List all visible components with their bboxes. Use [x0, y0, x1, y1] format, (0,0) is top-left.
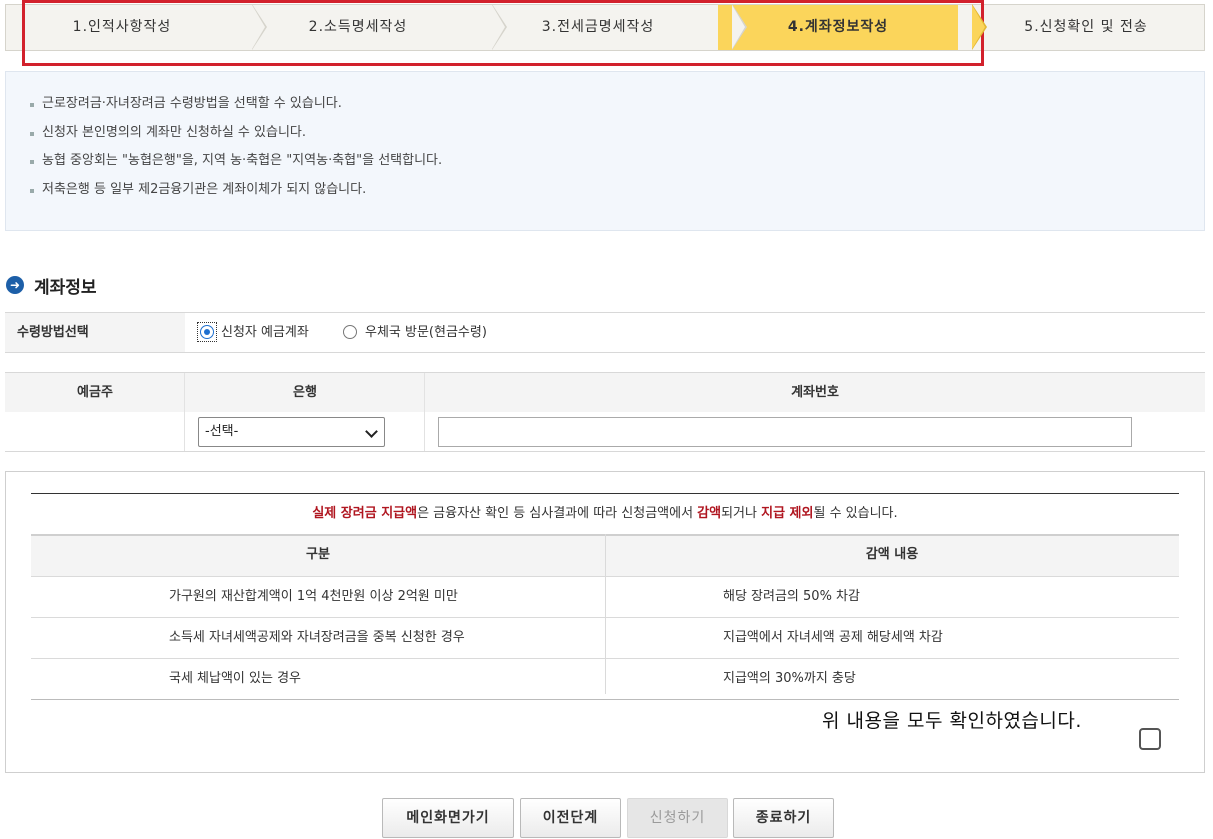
previous-step-button[interactable]: 이전단계 — [520, 798, 621, 838]
notice-emphasis: 실제 장려금 지급액 — [312, 506, 418, 521]
step-3: 3.전세금명세작성 — [478, 4, 747, 50]
header-reduction: 감액 내용 — [865, 547, 919, 562]
step-4-active: 4.계좌정보작성 — [718, 4, 987, 50]
info-note: 신청자 본인명의의 계좌만 신청하실 수 있습니다. — [30, 119, 1204, 148]
receive-method-label: 수령방법선택 — [5, 313, 185, 352]
step-2: 2.소득명세작성 — [238, 4, 507, 50]
confirm-label: 위 내용을 모두 확인하였습니다. — [822, 710, 1082, 732]
bank-select[interactable]: -선택- — [198, 417, 385, 447]
header-holder: 예금주 — [77, 385, 113, 400]
arrow-circle-icon: ➜ — [6, 276, 24, 294]
step-navigation: 1.인적사항작성 2.소득명세작성 3.전세금명세작성 4.계좌정보작성 5.신… — [5, 4, 1205, 51]
header-category: 구분 — [306, 547, 330, 562]
confirm-checkbox[interactable] — [1139, 728, 1161, 750]
table-cell: 지급액에서 자녀세액 공제 해당세액 차감 — [723, 630, 943, 645]
section-title: ➜ 계좌정보 — [6, 274, 97, 298]
notice-text: 될 수 있습니다. — [813, 506, 898, 521]
step-5-label: 5.신청확인 및 전송 — [1024, 19, 1148, 35]
step-4-label: 4.계좌정보작성 — [787, 19, 889, 35]
step-2-label: 2.소득명세작성 — [308, 19, 408, 35]
radio-post-office-label[interactable]: 우체국 방문(현금수령) — [365, 313, 487, 352]
info-note: 근로장려금·자녀장려금 수령방법을 선택할 수 있습니다. — [30, 90, 1204, 119]
reduction-notice: 실제 장려금 지급액은 금융자산 확인 등 심사결과에 따라 신청금액에서 감액… — [5, 471, 1205, 773]
notice-text: 은 금융자산 확인 등 심사결과에 따라 신청금액에서 — [417, 506, 698, 521]
radio-post-office[interactable] — [343, 325, 357, 339]
table-cell: 소득세 자녀세액공제와 자녀장려금을 중복 신청한 경우 — [169, 630, 465, 645]
notice-emphasis: 감액 — [697, 506, 722, 521]
table-cell: 가구원의 재산합계액이 1억 4천만원 이상 2억원 미만 — [169, 589, 458, 604]
step-3-label: 3.전세금명세작성 — [541, 19, 655, 35]
main-page-button[interactable]: 메인화면가기 — [382, 798, 514, 838]
step-1: 1.인적사항작성 — [6, 4, 267, 50]
account-table-header: 예금주 은행 계좌번호 — [5, 373, 1205, 412]
notice-emphasis: 지급 제외 — [761, 506, 814, 521]
info-note: 저축은행 등 일부 제2금융기관은 계좌이체가 되지 않습니다. — [30, 176, 1204, 205]
table-cell: 국세 체납액이 있는 경우 — [169, 671, 301, 686]
header-account-number: 계좌번호 — [791, 385, 839, 400]
radio-deposit-account-label[interactable]: 신청자 예금계좌 — [221, 313, 309, 352]
section-title-text: 계좌정보 — [34, 277, 97, 298]
chevron-down-icon — [365, 425, 378, 438]
reduction-table: 구분 감액 내용 가구원의 재산합계액이 1억 4천만원 이상 2억원 미만 해… — [31, 534, 1179, 700]
notice-text: 되거나 — [721, 506, 762, 521]
account-number-input[interactable] — [438, 417, 1132, 447]
radio-deposit-account[interactable] — [200, 325, 214, 339]
receive-method-row: 수령방법선택 신청자 예금계좌 우체국 방문(현금수령) — [5, 312, 1205, 353]
exit-button[interactable]: 종료하기 — [733, 798, 834, 838]
notice-message: 실제 장려금 지급액은 금융자산 확인 등 심사결과에 따라 신청금액에서 감액… — [31, 502, 1179, 526]
table-cell: 해당 장려금의 50% 차감 — [723, 589, 860, 604]
header-bank: 은행 — [293, 385, 317, 400]
info-box: 근로장려금·자녀장려금 수령방법을 선택할 수 있습니다. 신청자 본인명의의 … — [5, 71, 1205, 231]
step-1-label: 1.인적사항작성 — [72, 19, 172, 35]
apply-button[interactable]: 신청하기 — [627, 798, 728, 838]
account-table: 예금주 은행 계좌번호 -선택- — [5, 372, 1205, 452]
bank-select-value: -선택- — [205, 424, 239, 439]
table-cell: 지급액의 30%까지 충당 — [723, 671, 856, 686]
info-note: 농협 중앙회는 "농협은행"을, 지역 농·축협은 "지역농·축협"을 선택합니… — [30, 147, 1204, 176]
step-5: 5.신청확인 및 전송 — [966, 5, 1206, 50]
